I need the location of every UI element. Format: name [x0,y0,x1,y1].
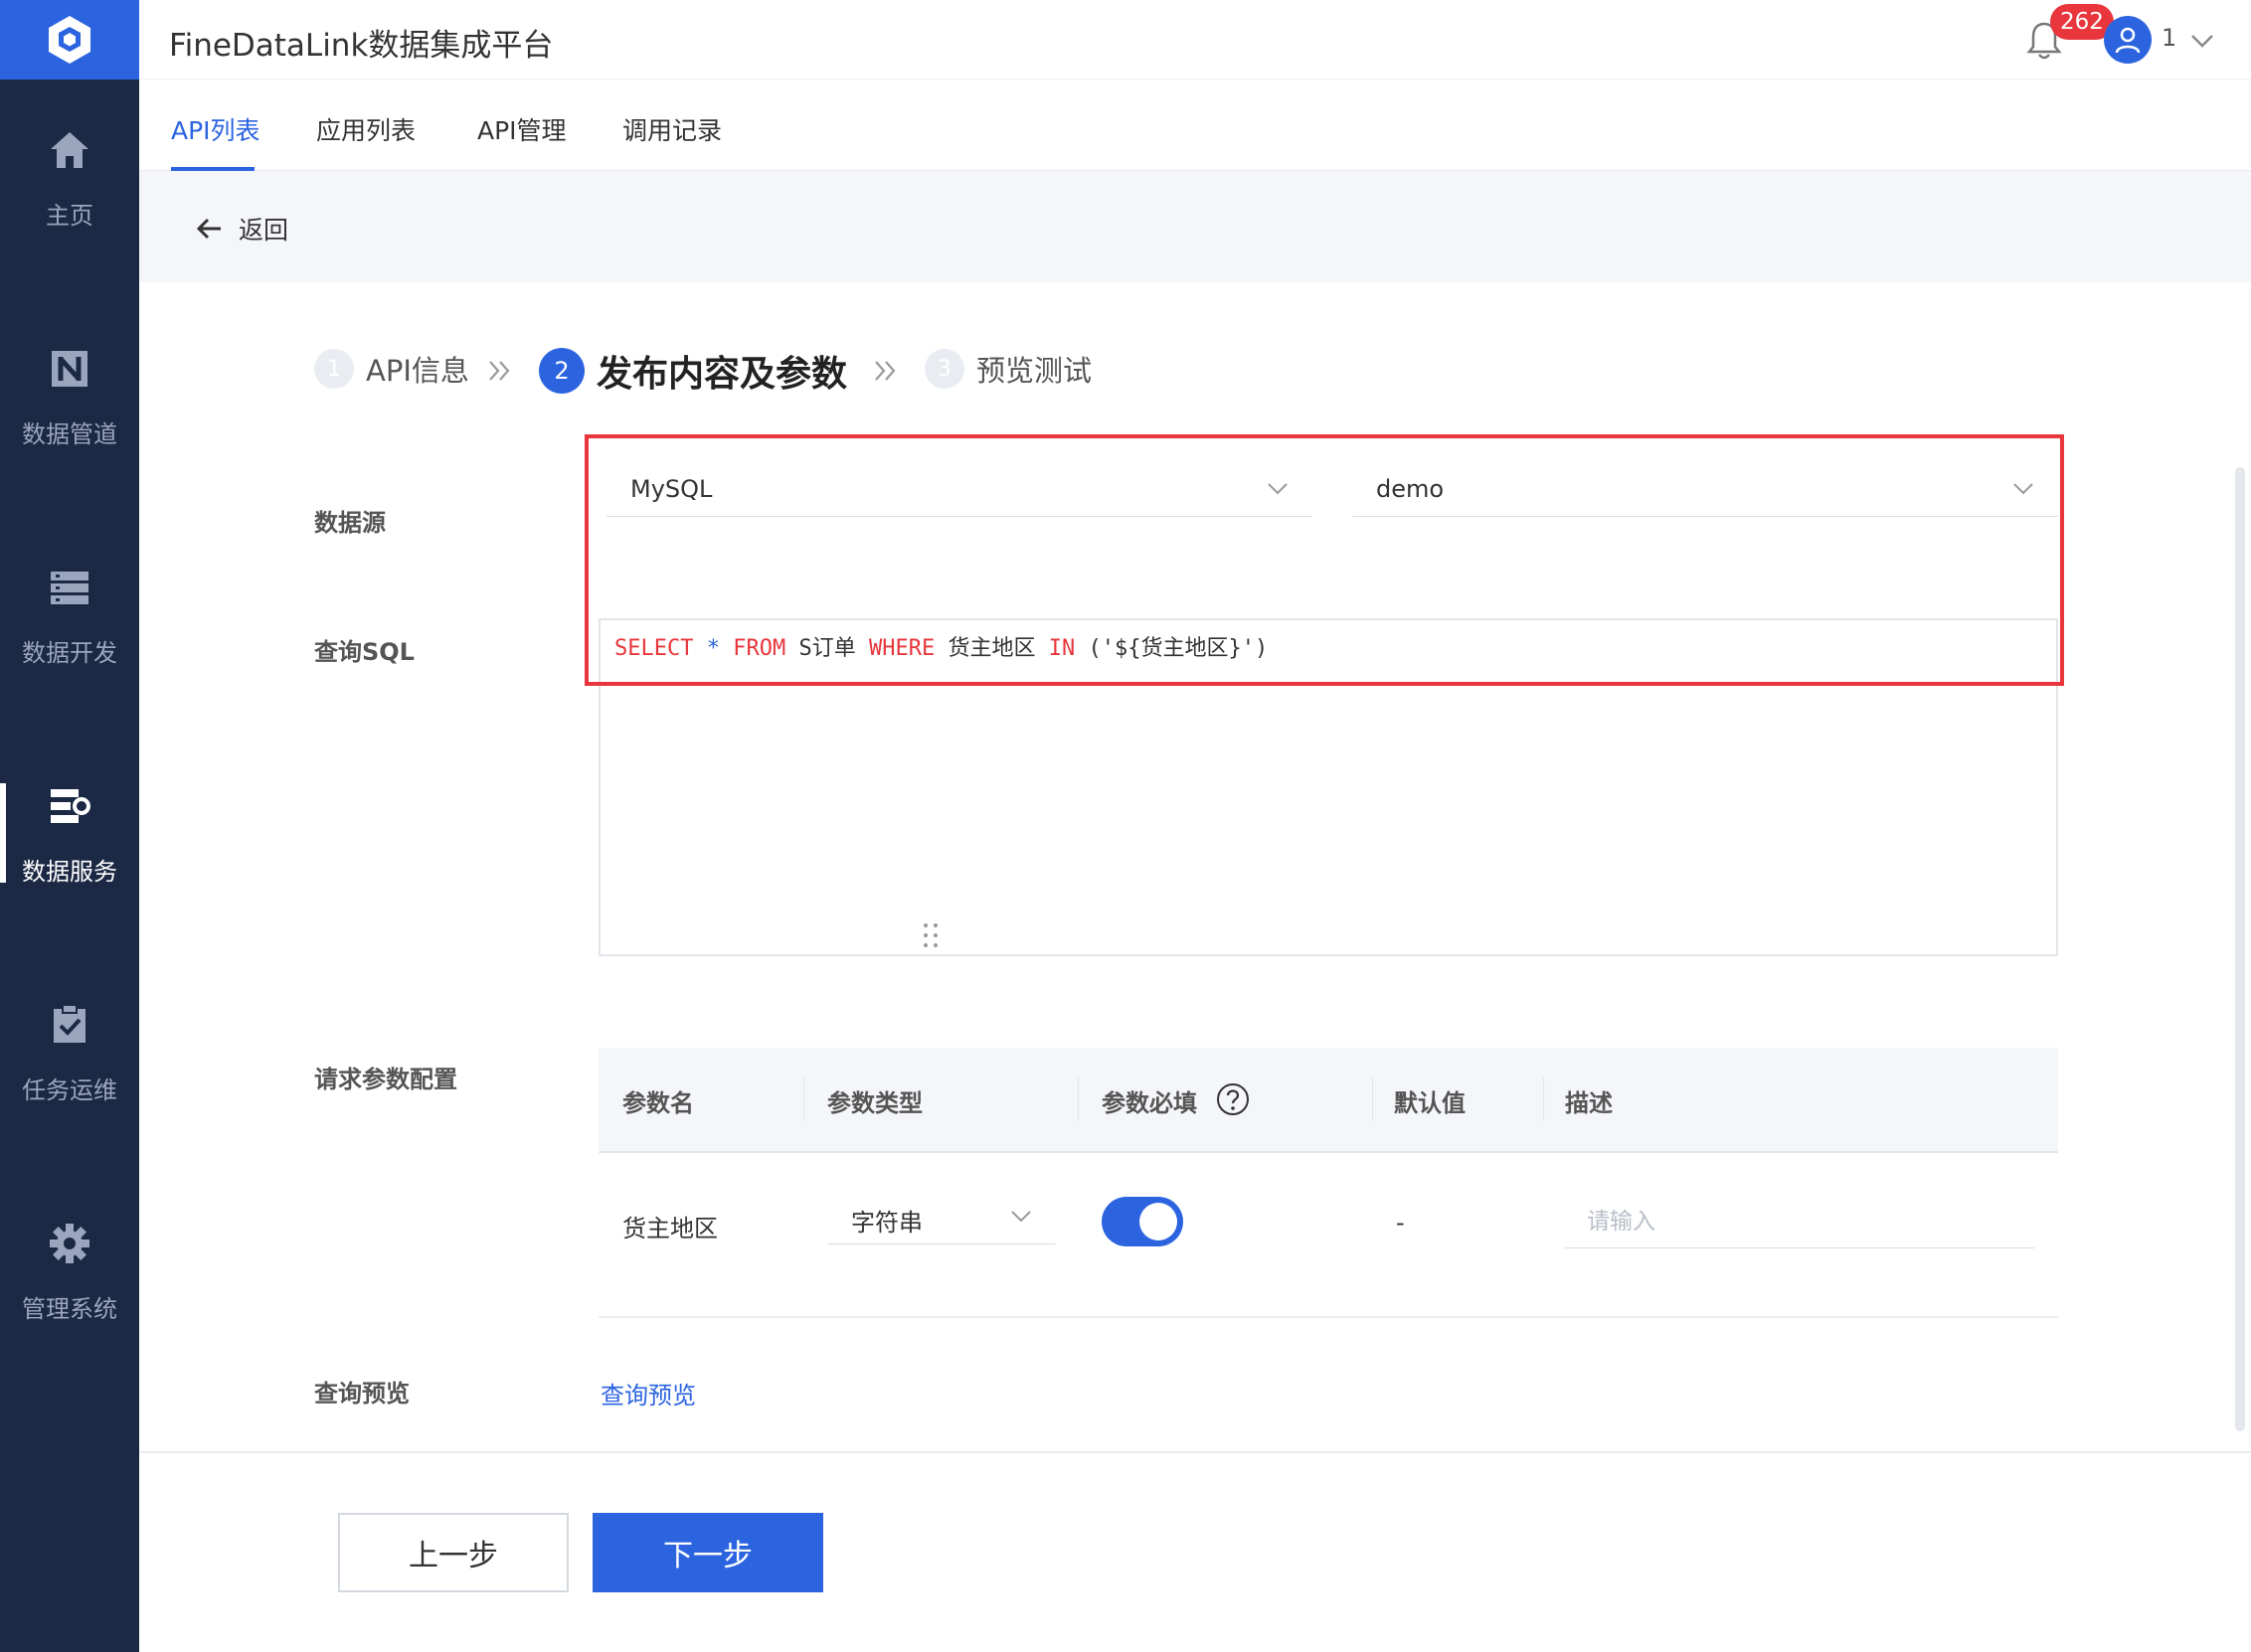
sql-editor[interactable]: SELECT * FROM S订单 WHERE 货主地区 IN ('${货主地区… [599,618,2058,956]
tab-app-list[interactable]: 应用列表 [316,111,416,147]
sidebar: 主页 数据管道 数据开发 数据服务 任务运维 管理系统 [0,0,139,1652]
step-number: 3 [925,349,964,389]
query-preview-link[interactable]: 查询预览 [601,1376,696,1410]
param-name: 货主地区 [622,1215,718,1242]
sidebar-item-label: 主页 [46,201,93,230]
column-divider [803,1077,804,1121]
sidebar-item-label: 管理系统 [22,1294,117,1323]
datasource-label: 数据源 [314,509,386,537]
col-header-name: 参数名 [622,1089,694,1117]
logo-icon [49,16,90,64]
col-header-required: 参数必填 [1102,1089,1197,1117]
sidebar-item-task[interactable]: 任务运维 [0,968,139,1137]
chevron-down-icon[interactable] [2187,26,2217,56]
table-row: 货主地区 字符串 - [599,1153,2058,1318]
datasource-db-select[interactable]: demo [1352,461,2058,517]
column-divider [1078,1077,1079,1121]
select-value: demo [1376,475,1445,503]
back-label: 返回 [239,216,289,245]
next-button[interactable]: 下一步 [593,1513,823,1592]
tab-api-list[interactable]: API列表 [171,111,260,147]
select-value: 字符串 [851,1209,923,1237]
sidebar-item-label: 数据管道 [22,419,117,448]
tab-bar: API列表 应用列表 API管理 调用记录 [139,82,2251,171]
step-number: 2 [539,348,585,394]
service-icon [46,782,93,830]
avatar[interactable] [2104,16,2152,64]
tab-api-manage[interactable]: API管理 [477,111,567,147]
pipeline-icon [46,345,93,393]
table-header: 参数名 参数类型 参数必填 默认值 描述 [599,1048,2058,1153]
sql-label: 查询SQL [314,638,415,666]
scrollbar[interactable] [2235,467,2245,1431]
double-chevron-right-icon [875,361,896,381]
toggle-knob [1139,1203,1177,1240]
back-bar: 返回 [139,171,2251,282]
step-2: 2 发布内容及参数 [539,345,847,397]
step-number: 1 [314,349,354,389]
sidebar-item-home[interactable]: 主页 [0,93,139,262]
app-title: FineDataLink数据集成平台 [169,28,554,64]
sidebar-item-develop[interactable]: 数据开发 [0,531,139,700]
top-header: FineDataLink数据集成平台 262 1 [139,0,2251,80]
chevron-down-icon [1268,483,1288,495]
param-default: - [1396,1209,1405,1237]
column-divider [1543,1077,1544,1121]
chevron-down-icon [2013,483,2033,495]
step-label: API信息 [366,354,469,388]
col-header-default: 默认值 [1394,1089,1466,1117]
develop-icon [46,564,93,611]
sidebar-item-service[interactable]: 数据服务 [0,749,139,918]
task-icon [46,1001,93,1049]
column-divider [1372,1077,1373,1121]
sidebar-item-label: 数据服务 [22,857,117,886]
gear-icon [46,1220,93,1267]
sidebar-item-label: 数据开发 [22,638,117,667]
param-type-select[interactable]: 字符串 [827,1189,1056,1244]
sidebar-item-pipeline[interactable]: 数据管道 [0,312,139,481]
sql-text[interactable]: SELECT * FROM S订单 WHERE 货主地区 IN ('${货主地区… [614,630,1268,662]
resize-handle-icon[interactable] [921,920,941,950]
select-value: MySQL [630,475,713,503]
params-label: 请求参数配置 [314,1066,457,1093]
preview-label: 查询预览 [314,1380,410,1407]
help-icon[interactable] [1215,1081,1251,1117]
col-header-desc: 描述 [1565,1089,1613,1117]
sidebar-item-label: 任务运维 [22,1075,117,1104]
user-icon [2115,27,2141,54]
step-3: 3 预览测试 [925,348,1092,390]
back-button[interactable]: 返回 [195,211,288,247]
datasource-type-select[interactable]: MySQL [606,461,1312,517]
user-name[interactable]: 1 [2162,24,2176,52]
double-chevron-right-icon [489,361,510,381]
param-desc-input[interactable] [1565,1195,2034,1248]
required-toggle[interactable] [1102,1197,1183,1246]
step-1: 1 API信息 [314,348,469,390]
footer-divider [139,1451,2251,1453]
tab-call-records[interactable]: 调用记录 [622,111,722,147]
sidebar-item-system[interactable]: 管理系统 [0,1187,139,1356]
home-icon [46,126,93,174]
app-logo[interactable] [0,0,139,80]
step-label: 发布内容及参数 [597,354,848,395]
chevron-down-icon [1011,1211,1031,1223]
col-header-type: 参数类型 [827,1089,923,1117]
arrow-left-icon [196,218,221,240]
prev-button[interactable]: 上一步 [338,1513,569,1592]
step-label: 预览测试 [976,354,1093,388]
